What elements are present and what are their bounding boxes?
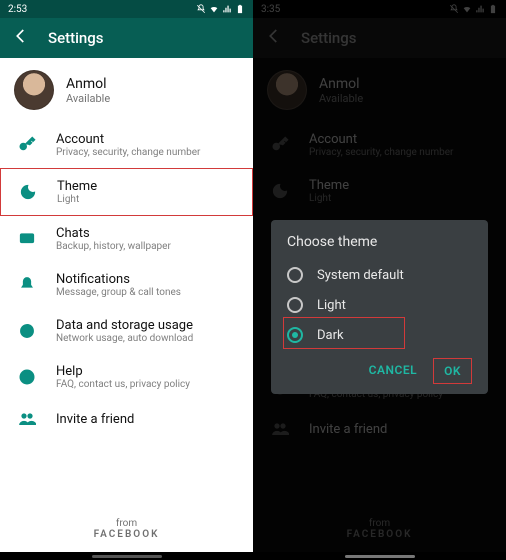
radio-icon [287,267,303,283]
wifi-icon [209,4,219,14]
theme-option-system[interactable]: System default [287,260,472,290]
profile-row[interactable]: Anmol Available [0,58,253,122]
dialog-title: Choose theme [287,234,472,250]
ok-button[interactable]: OK [433,358,472,384]
theme-dialog: Choose theme System default Light Dark C… [271,220,488,394]
status-icons [196,4,245,14]
status-bar: 2:53 [0,0,253,18]
radio-icon [287,297,303,313]
back-button[interactable] [12,27,30,49]
settings-item-theme[interactable]: ThemeLight [0,168,253,216]
profile-status: Available [66,92,110,105]
footer: from FACEBOOK [0,518,253,540]
signal-icon [222,4,232,14]
nav-bar [253,552,506,560]
status-time: 2:53 [8,4,27,15]
theme-icon [17,183,39,201]
settings-item-chats[interactable]: ChatsBackup, history, wallpaper [0,216,253,262]
people-icon [16,410,38,428]
help-icon [16,368,38,386]
data-usage-icon [16,322,38,340]
settings-item-help[interactable]: HelpFAQ, contact us, privacy policy [0,354,253,400]
page-title: Settings [48,29,104,47]
settings-item-account[interactable]: AccountPrivacy, security, change number [0,122,253,168]
settings-item-invite[interactable]: Invite a friend [0,400,253,438]
phone-dark: 3:35 Settings Anmol Available AccountPri… [253,0,506,560]
settings-item-notifications[interactable]: NotificationsMessage, group & call tones [0,262,253,308]
cancel-button[interactable]: CANCEL [359,358,427,384]
theme-option-dark[interactable]: Dark [287,320,472,350]
radio-icon-selected [287,327,303,343]
battery-icon [235,4,245,14]
app-bar: Settings [0,18,253,58]
theme-option-light[interactable]: Light [287,290,472,320]
bell-icon [16,276,38,294]
profile-name: Anmol [66,76,110,92]
key-icon [16,136,38,154]
nav-bar [0,552,253,560]
bell-off-icon [196,4,206,14]
settings-item-data[interactable]: Data and storage usageNetwork usage, aut… [0,308,253,354]
chat-icon [16,230,38,248]
avatar [14,70,54,110]
phone-light: 2:53 Settings Anmol Available AccountPri… [0,0,253,560]
